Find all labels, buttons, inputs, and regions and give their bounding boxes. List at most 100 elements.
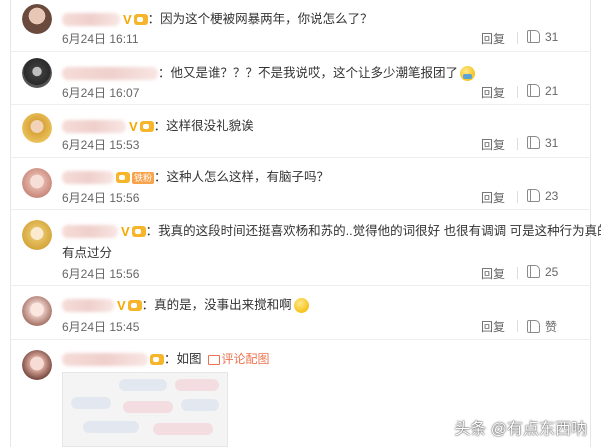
thumbs-up-icon [527, 189, 540, 202]
thumbs-up-icon [527, 84, 540, 97]
divider [517, 320, 518, 332]
username-blurred[interactable] [62, 299, 114, 313]
comment-date: 6月24日 [62, 320, 107, 334]
avatar-image [22, 296, 52, 326]
comment-text: ：这样很没礼貌诶 [153, 119, 254, 133]
divider [517, 86, 518, 98]
username-blurred[interactable] [62, 171, 114, 185]
comment-item: V ：这样很没礼貌诶 6月24日 15:53 回复 31 [10, 105, 591, 158]
comment-text: ：真的是，没事出来搅和啊 [141, 298, 292, 312]
like-count: 31 [545, 136, 559, 150]
fan-badge: 铁粉 [132, 171, 155, 184]
comment-date: 6月24日 [62, 32, 107, 46]
thumbnail-content [83, 421, 139, 433]
reply-button[interactable]: 回复 [481, 30, 505, 47]
comment-date: 6月24日 [62, 267, 107, 281]
thumbs-up-icon [527, 265, 540, 278]
avatar[interactable] [22, 4, 52, 34]
thumbs-up-icon [527, 30, 540, 43]
like-button[interactable]: 赞 [527, 318, 557, 335]
comment-text: ：如图 [164, 352, 202, 366]
verified-badge: V [123, 12, 132, 28]
comment-time: 15:56 [109, 191, 140, 205]
thumbnail-content [181, 399, 219, 411]
level-badge-icon [139, 121, 154, 133]
reply-button[interactable]: 回复 [481, 189, 505, 206]
comment-date: 6月24日 [62, 191, 107, 205]
like-button[interactable]: 21 [527, 84, 558, 98]
reply-button[interactable]: 回复 [481, 265, 505, 282]
comment-text-continued: 有点过分 [62, 246, 113, 260]
comment-time: 15:45 [109, 320, 140, 334]
verified-badge: V [117, 298, 126, 314]
comment-text: ：他又是谁？？？不是我说哎，这个让多少潮笔报团了 [158, 66, 459, 80]
verified-badge: V [121, 224, 130, 240]
reply-button[interactable]: 回复 [481, 84, 505, 101]
like-count: 21 [545, 84, 559, 98]
avatar[interactable] [22, 168, 52, 198]
avatar[interactable] [22, 350, 52, 380]
avatar-image [22, 113, 52, 143]
comment-image-thumbnail[interactable] [62, 372, 228, 447]
comment-item: V ：因为这个梗被网暴两年，你说怎么了？ 6月24日 16:11 回复 31 [10, 0, 591, 52]
like-button[interactable]: 25 [527, 265, 558, 279]
like-count: 25 [545, 265, 559, 279]
thumbnail-content [119, 379, 167, 391]
comment-text: ：我真的这段时间还挺喜欢杨和苏的..觉得他的词很好 也很有调调 可是这种行为真的 [145, 224, 601, 238]
comment-item: V ：真的是，没事出来搅和啊 6月24日 15:45 回复 赞 [10, 286, 591, 340]
comment-text: ：因为这个梗被网暴两年，你说怎么了？ [147, 12, 373, 26]
avatar[interactable] [22, 113, 52, 143]
like-button[interactable]: 31 [527, 136, 558, 150]
avatar[interactable] [22, 220, 52, 250]
comment-image-label: 评论配图 [221, 352, 270, 366]
divider [517, 267, 518, 279]
avatar[interactable] [22, 296, 52, 326]
avatar-image [22, 4, 52, 34]
comment-text: ：这种人怎么这样，有脑子吗？ [154, 170, 330, 184]
avatar-image [22, 350, 52, 380]
thumbnail-content [123, 401, 173, 413]
thumbnail-content [153, 423, 213, 435]
comment-date: 6月24日 [62, 86, 107, 100]
like-count: 23 [545, 189, 559, 203]
like-count: 31 [545, 30, 559, 44]
comment-item: V ：我真的这段时间还挺喜欢杨和苏的..觉得他的词很好 也很有调调 可是这种行为真… [10, 210, 601, 286]
avatar-image [22, 58, 52, 88]
username-blurred[interactable] [62, 13, 120, 27]
comment-time: 16:11 [109, 32, 139, 46]
divider [517, 191, 518, 203]
like-button[interactable]: 23 [527, 189, 558, 203]
username-blurred[interactable] [62, 120, 126, 134]
reply-button[interactable]: 回复 [481, 136, 505, 153]
verified-badge: V [129, 119, 138, 135]
comment-item: ：他又是谁？？？不是我说哎，这个让多少潮笔报团了 6月24日 16:07 回复 … [10, 52, 591, 105]
comment-date: 6月24日 [62, 138, 107, 152]
comment-time: 16:07 [109, 86, 140, 100]
thumbs-up-icon [527, 136, 540, 149]
comment-time: 15:53 [109, 138, 140, 152]
reply-button[interactable]: 回复 [481, 318, 505, 335]
emoji-icon [460, 66, 476, 82]
level-badge-icon [127, 300, 142, 312]
thumbs-up-icon [527, 320, 540, 333]
like-count: 赞 [545, 320, 558, 334]
thumbnail-content [175, 379, 219, 391]
level-badge-icon [133, 14, 148, 26]
avatar-image [22, 220, 52, 250]
username-blurred[interactable] [62, 67, 158, 81]
emoji-icon [293, 298, 309, 314]
comment-time: 15:56 [109, 267, 140, 281]
thumbnail-content [71, 397, 111, 409]
level-badge-icon [131, 226, 146, 238]
comment-item: 铁粉 ：这种人怎么这样，有脑子吗？ 6月24日 15:56 回复 23 [10, 158, 591, 210]
comment-image-link[interactable]: 评论配图 [207, 352, 270, 366]
watermark: 头条 @有点东西呐 [454, 421, 587, 438]
like-button[interactable]: 31 [527, 30, 558, 44]
username-blurred[interactable] [62, 225, 118, 239]
avatar-image [22, 168, 52, 198]
divider [517, 138, 518, 150]
username-blurred[interactable] [62, 353, 148, 367]
image-icon [207, 354, 220, 365]
avatar[interactable] [22, 58, 52, 88]
divider [517, 32, 518, 44]
